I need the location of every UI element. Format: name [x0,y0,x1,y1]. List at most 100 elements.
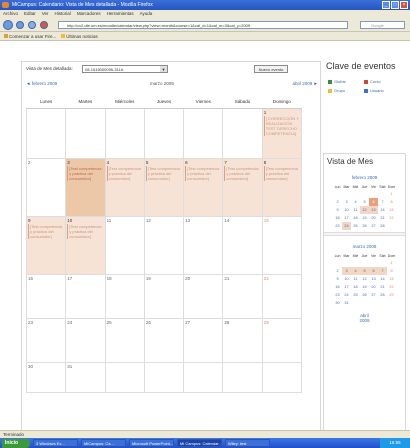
mini-day[interactable]: 16 [333,283,342,291]
day-cell[interactable]: 3 [Test competencia y práctica del consum… [65,157,106,217]
day-cell[interactable]: 8 [Test competencia y práctica del consum… [261,157,303,217]
day-number[interactable]: 15 [264,218,300,223]
day-cell[interactable]: 18 [104,273,145,319]
next-month-link[interactable]: abril 2009 ► [293,81,318,86]
mini-day[interactable]: 9 [333,206,342,214]
day-cell[interactable]: 21 [222,273,263,319]
mini-day[interactable]: 25 [351,222,360,230]
day-number[interactable]: 5 [146,160,182,165]
day-cell[interactable]: 2 [25,157,67,217]
mini-day[interactable]: 22 [387,214,396,222]
mini-calendar-caption[interactable]: abril 2009 [360,307,370,327]
mini-day[interactable]: 26 [360,291,369,299]
mini-day[interactable]: 4 [351,267,360,275]
mini-day[interactable]: 26 [360,222,369,230]
new-event-button[interactable]: Nuevo evento [254,65,288,73]
day-number[interactable]: 19 [146,276,182,281]
day-number[interactable]: 17 [67,276,103,281]
mini-day[interactable]: 25 [351,291,360,299]
mini-day[interactable]: 2 [333,198,342,206]
day-number[interactable]: 2 [28,160,64,165]
taskbar-item[interactable]: Wiley: test [225,439,270,447]
mini-day[interactable]: 17 [342,283,351,291]
mini-day[interactable]: 10 [342,275,351,283]
mini-day[interactable]: 20 [369,283,378,291]
day-number[interactable]: 18 [107,276,143,281]
day-number[interactable]: 21 [224,276,260,281]
day-number[interactable]: 13 [185,218,221,223]
mini-day[interactable]: 27 [369,291,378,299]
day-cell[interactable]: 26 [143,317,185,363]
taskbar-item[interactable]: Mi Campus: Calendar... [177,439,222,447]
menu-herramientas[interactable]: Herramientas [107,10,134,18]
mini-day[interactable]: 16 [333,214,342,222]
mini-day[interactable]: 28 [378,222,387,230]
day-number[interactable]: 10 [67,218,103,223]
mini-day[interactable]: 8 [387,267,396,275]
day-cell[interactable]: 17 [65,273,106,319]
mini-day[interactable]: 18 [351,214,360,222]
day-number[interactable]: 11 [107,218,143,223]
menu-marcadores[interactable]: Marcadores [77,10,101,18]
mini-day[interactable]: 2 [333,267,342,275]
mini-day[interactable]: 15 [387,275,396,283]
mini-day[interactable]: 24 [342,291,351,299]
day-cell[interactable]: 6 [Test competencia y práctica del consum… [183,157,224,217]
taskbar-item[interactable]: 3 Windows Ex... [33,439,78,447]
mini-day[interactable]: 9 [333,275,342,283]
close-button[interactable]: × [400,1,408,9]
mini-day[interactable]: 21 [378,214,387,222]
day-number[interactable]: 24 [67,320,103,325]
mini-day[interactable]: 7 [378,267,387,275]
mini-day[interactable]: 20 [369,214,378,222]
event-link[interactable]: [Test competencia y práctica del consumi… [224,165,260,181]
day-cell[interactable]: 24 [65,317,106,363]
day-number[interactable]: 14 [224,218,260,223]
day-cell[interactable]: 7 [Test competencia y práctica del consum… [222,157,263,217]
mini-day[interactable]: 15 [387,206,396,214]
mini-day[interactable]: 1 [387,190,396,198]
prev-month-link[interactable]: ◄ febrero 2009 [26,81,57,86]
mini-day[interactable]: 17 [342,214,351,222]
course-select[interactable]: 08-1515000095-311A ▼ [82,65,168,73]
legend-curso[interactable]: Curso [364,79,400,84]
day-number[interactable]: 16 [28,276,64,281]
minimize-button[interactable]: _ [382,1,390,9]
event-link[interactable]: [Test competencia y práctica del consumi… [263,165,300,181]
day-number[interactable]: 22 [264,276,300,281]
mini-day[interactable]: 27 [369,222,378,230]
mini-day[interactable]: 3 [342,267,351,275]
mini-day[interactable]: 30 [333,299,342,307]
mini-day[interactable]: 1 [387,259,396,267]
taskbar-item[interactable]: Microsoft PowerPoint... [129,439,174,447]
day-cell[interactable]: 14 [222,215,263,275]
menu-editar[interactable]: Editar [24,10,36,18]
day-number[interactable]: 9 [28,218,64,223]
day-cell[interactable]: 29 [261,317,303,363]
mini-day[interactable]: 12 [360,275,369,283]
mini-day[interactable]: 23 [333,291,342,299]
day-number[interactable]: 1 [264,110,300,115]
event-link[interactable]: [Test competencia y práctica del consumi… [67,165,103,181]
mini-day[interactable]: 11 [351,275,360,283]
day-number[interactable]: 6 [185,160,221,165]
mini-day[interactable]: 6 [369,198,378,206]
legend-usuario[interactable]: Usuario [364,88,400,93]
event-link[interactable]: [Test competencia y práctica del consumi… [145,165,182,181]
day-number[interactable]: 31 [67,364,103,369]
day-cell[interactable]: 30 [25,361,67,393]
stop-icon[interactable] [40,21,48,29]
day-number[interactable]: 7 [224,160,260,165]
day-cell[interactable]: 12 [143,215,185,275]
mini-day[interactable]: 10 [342,206,351,214]
mini-day[interactable]: 31 [342,299,351,307]
back-icon[interactable] [3,20,13,30]
mini-day[interactable]: 22 [387,283,396,291]
url-bar[interactable]: http://cv2.dte.um.es/moodle/calendar/vie… [58,21,348,29]
day-number[interactable]: 23 [28,320,64,325]
day-cell[interactable]: 20 [183,273,224,319]
mini-day[interactable]: 13 [369,206,378,214]
mini-day[interactable]: 18 [351,283,360,291]
mini-day[interactable]: 13 [369,275,378,283]
mini-calendar-caption[interactable]: marzo 2009 [333,238,396,253]
